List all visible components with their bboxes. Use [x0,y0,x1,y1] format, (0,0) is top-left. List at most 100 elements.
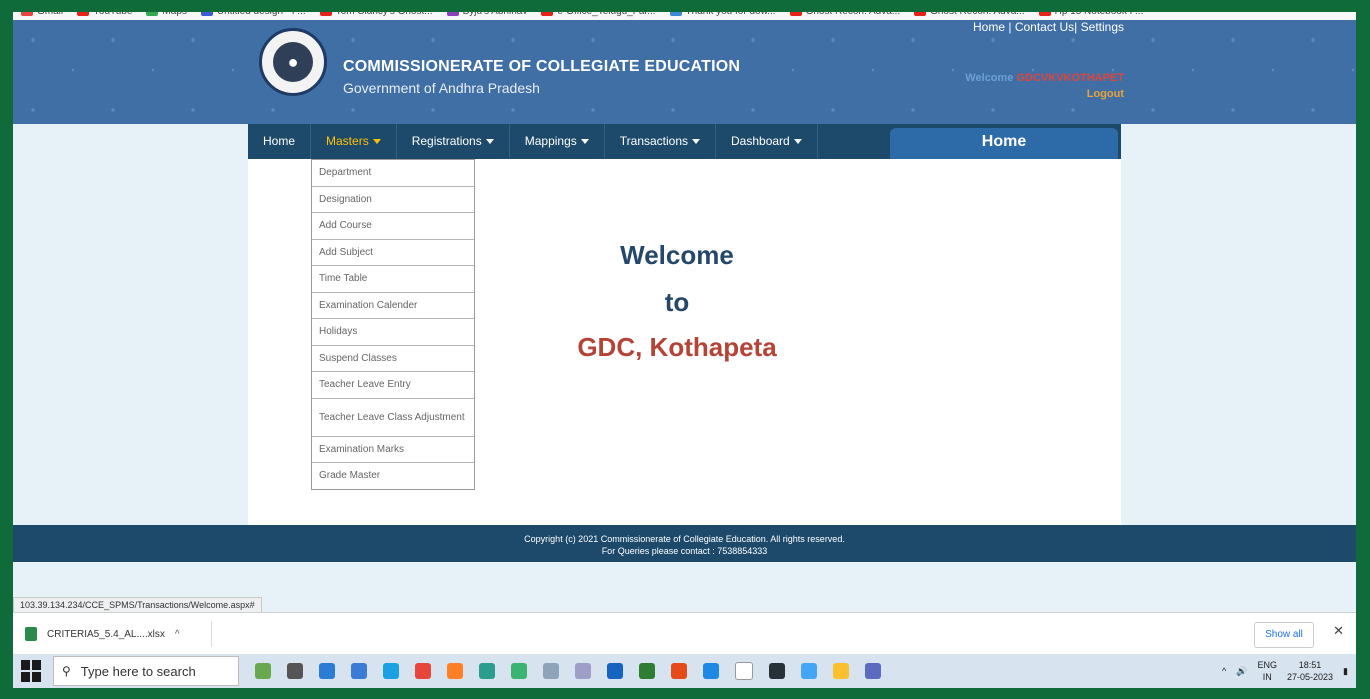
taskbar-app-icon[interactable] [735,662,753,680]
masters-menu-item[interactable]: Teacher Leave Class Adjustment [312,399,474,437]
bookmark-item[interactable]: Thank you for dow... [669,12,776,20]
region-code: IN [1262,672,1272,682]
nav-mappings[interactable]: Mappings [510,124,605,159]
footer-copyright: Copyright (c) 2021 Commissionerate of Co… [524,534,845,544]
bookmark-item[interactable]: Tom Clancy's Ghost... [319,12,433,20]
bookmark-item[interactable]: e-Office_Telugu_Far... [541,12,656,20]
masters-menu-item[interactable]: Suspend Classes [312,346,474,372]
taskbar-app-icon[interactable] [703,663,719,679]
logo-emblem-icon: ● [273,42,313,82]
taskbar-app-icon[interactable] [769,663,785,679]
taskbar-app-icon[interactable] [639,663,655,679]
site-title: COMMISSIONERATE OF COLLEGIATE EDUCATION [343,58,741,75]
bookmark-item[interactable]: Gmail [21,12,63,20]
bookmark-label: Ghost Recon: Adva... [806,12,901,20]
nav-label: Transactions [619,134,689,148]
user-greeting: Welcome GDCVKVKOTHAPET [965,72,1124,84]
masters-menu-item[interactable]: Add Subject [312,240,474,266]
taskbar-search-input[interactable]: ⚲ Type here to search [53,656,239,686]
browser-window: Gmail YouTube Maps Untitled design - P... To… [13,12,1356,688]
taskbar-app-icon[interactable] [415,663,431,679]
taskbar: ⚲ Type here to search ^ 🔊 ENG IN 18:51 2… [13,654,1356,688]
taskbar-app-icon[interactable] [671,663,687,679]
masters-menu-item[interactable]: Grade Master [312,463,474,489]
bookmark-favicon-icon [319,12,332,16]
username: GDCVKVKOTHAPET [1016,72,1124,84]
bookmark-favicon-icon [541,12,554,16]
bookmark-label: Tom Clancy's Ghost... [336,12,433,20]
taskbar-app-icon[interactable] [575,663,591,679]
bookmark-favicon-icon [669,12,682,16]
lang-code: ENG [1257,660,1277,670]
chevron-up-icon[interactable]: ^ [1222,666,1226,676]
bookmark-label: Hp 15 Notebook P... [1055,12,1144,20]
logout-link[interactable]: Logout [1087,88,1124,100]
taskbar-app-icon[interactable] [511,663,527,679]
clock-time: 18:51 [1298,660,1322,670]
taskbar-app-icon[interactable] [255,663,271,679]
welcome-heading: Welcome [620,240,734,270]
contact-link[interactable]: Contact Us [1015,20,1074,34]
nav-home[interactable]: Home [248,124,312,159]
taskbar-app-icon[interactable] [833,663,849,679]
nav-label: Registrations [411,134,482,148]
bookmark-label: Thank you for dow... [686,12,776,20]
taskbar-app-icon[interactable] [319,663,335,679]
bookmark-item[interactable]: Ghost Recon: Adva... [914,12,1025,20]
bookmark-favicon-icon [1038,12,1051,16]
bookmark-item[interactable]: Untitled design - P... [200,12,306,20]
site-footer: Copyright (c) 2021 Commissionerate of Co… [13,525,1356,562]
taskbar-app-icon[interactable] [351,663,367,679]
masters-menu-item[interactable]: Holidays [312,319,474,346]
bookmark-item[interactable]: Byju's Abhinav [446,12,527,20]
taskbar-app-icon[interactable] [479,663,495,679]
chevron-up-icon[interactable]: ^ [175,629,180,640]
home-link[interactable]: Home [973,20,1005,34]
notification-icon[interactable]: ▮ [1343,666,1348,677]
masters-menu-item[interactable]: Department [312,160,474,187]
link-separator: | [1074,20,1078,34]
clock[interactable]: 18:51 27-05-2023 [1287,659,1333,683]
bookmark-favicon-icon [146,12,159,16]
settings-link[interactable]: Settings [1081,20,1124,34]
site-header: ● COMMISSIONERATE OF COLLEGIATE EDUCATIO… [13,20,1356,124]
close-icon[interactable]: ✕ [1333,623,1344,639]
home-tab[interactable]: Home [890,128,1118,159]
nav-registrations[interactable]: Registrations [397,124,510,159]
excel-file-icon [25,627,37,641]
taskbar-app-icon[interactable] [383,663,399,679]
speaker-icon[interactable]: 🔊 [1236,666,1247,677]
masters-menu-item[interactable]: Add Course [312,213,474,240]
nav-transactions[interactable]: Transactions [605,124,717,159]
masters-menu-item[interactable]: Teacher Leave Entry [312,372,474,399]
masters-menu-item[interactable]: Time Table [312,266,474,293]
bookmark-favicon-icon [446,12,459,16]
taskbar-app-icon[interactable] [543,663,559,679]
bookmark-favicon-icon [789,12,802,16]
taskbar-app-icon[interactable] [287,663,303,679]
bookmark-item[interactable]: Ghost Recon: Adva... [789,12,901,20]
masters-menu-item[interactable]: Examination Marks [312,437,474,463]
show-all-button[interactable]: Show all [1254,622,1314,648]
bookmark-label: YouTube [93,12,132,20]
nav-dashboard[interactable]: Dashboard [716,124,818,159]
caret-down-icon [372,139,381,145]
taskbar-app-icon[interactable] [607,663,623,679]
bookmark-label: Gmail [37,12,63,20]
windows-start-icon[interactable] [21,660,43,682]
nav-label: Home [263,134,296,148]
taskbar-app-icon[interactable] [801,663,817,679]
bookmark-item[interactable]: Hp 15 Notebook P... [1038,12,1144,20]
bookmark-item[interactable]: Maps [146,12,187,20]
taskbar-app-icon[interactable] [447,663,463,679]
bookmark-item[interactable]: YouTube [77,12,132,20]
download-shelf: CRITERIA5_5.4_AL....xlsx ^ Show all ✕ [13,612,1356,655]
bookmarks-bar: Gmail YouTube Maps Untitled design - P... To… [13,12,1356,20]
masters-menu-item[interactable]: Designation [312,187,474,213]
masters-menu-item[interactable]: Examination Calender [312,293,474,319]
input-language[interactable]: ENG IN [1257,659,1277,683]
download-item[interactable]: CRITERIA5_5.4_AL....xlsx ^ [21,621,212,647]
nav-masters[interactable]: Masters [311,124,397,159]
taskbar-app-icon[interactable] [865,663,881,679]
search-placeholder: Type here to search [80,663,196,679]
